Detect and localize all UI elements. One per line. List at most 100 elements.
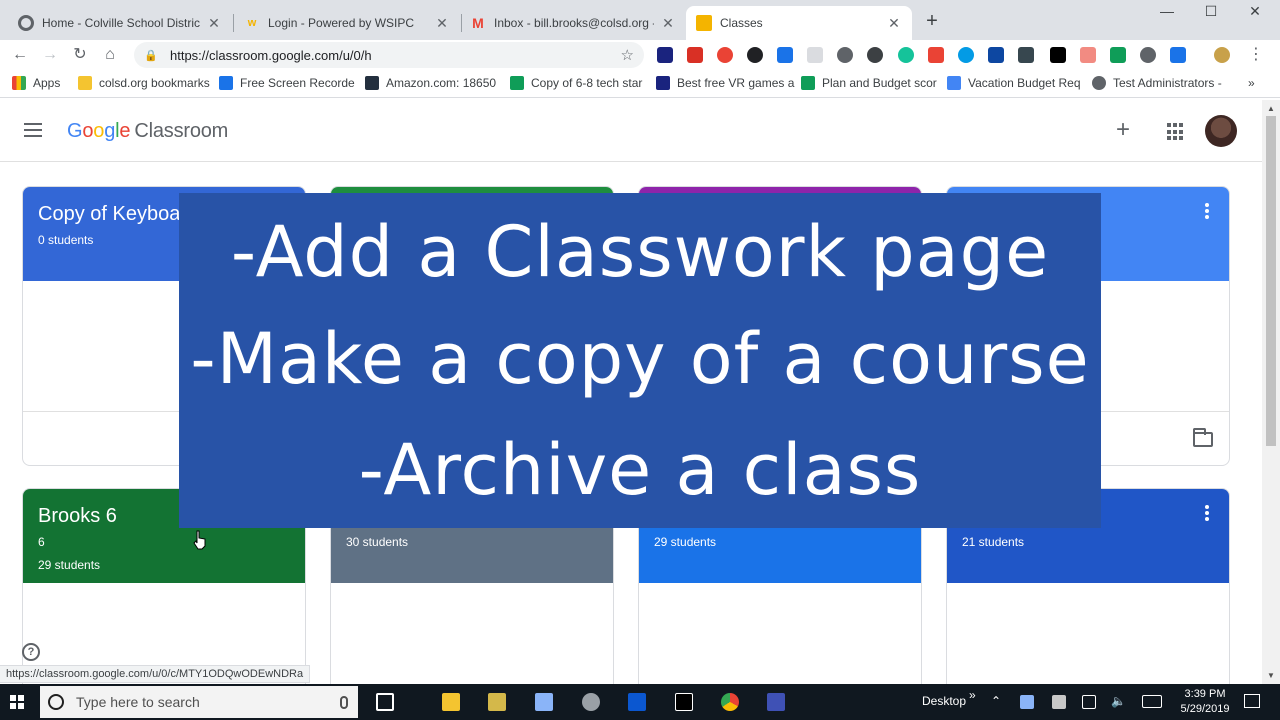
task-view-icon[interactable] (376, 693, 394, 711)
bookmarks-overflow-icon[interactable]: » (1248, 76, 1255, 90)
maximize-icon[interactable]: ☐ (1188, 0, 1234, 24)
extension-icon[interactable] (717, 47, 733, 63)
extension-icon[interactable] (928, 47, 944, 63)
reload-icon[interactable]: ↻ (68, 43, 92, 67)
bookmark-test-admins[interactable]: Test Administrators - (1092, 76, 1222, 90)
extension-icon[interactable] (988, 47, 1004, 63)
sticky-notes-icon[interactable] (488, 693, 506, 711)
close-icon[interactable]: ✕ (434, 15, 450, 32)
clock-time: 3:39 PM (1184, 688, 1226, 700)
close-icon[interactable]: ✕ (206, 15, 222, 32)
scroll-up-icon[interactable]: ▲ (1267, 104, 1275, 113)
bookmark-amazon[interactable]: Amazon.com: 18650 (365, 76, 496, 90)
profile-icon[interactable] (1214, 47, 1230, 63)
page-scrollbar[interactable]: ▲ ▼ (1262, 100, 1280, 684)
bing-icon (219, 76, 233, 90)
microphone-icon[interactable] (340, 695, 348, 709)
more-options-icon[interactable] (1205, 505, 1209, 523)
extension-icon[interactable] (1140, 47, 1156, 63)
home-icon[interactable]: ⌂ (98, 43, 122, 67)
help-icon[interactable]: ? (22, 643, 40, 661)
extension-icon[interactable] (657, 47, 673, 63)
address-bar[interactable]: 🔒 https://classroom.google.com/u/0/h ☆ (134, 42, 644, 68)
close-icon[interactable]: ✕ (886, 15, 902, 32)
scroll-down-icon[interactable]: ▼ (1267, 671, 1275, 680)
extension-icon[interactable] (1110, 47, 1126, 63)
cortana-icon (48, 694, 64, 710)
extension-icon[interactable] (1170, 47, 1186, 63)
docs-icon (947, 76, 961, 90)
back-arrow-icon[interactable]: ← (8, 43, 32, 67)
window-close-icon[interactable]: ✕ (1232, 0, 1278, 24)
hand-cursor-icon (193, 530, 206, 550)
avatar[interactable] (1205, 115, 1237, 147)
tray-icon[interactable] (1052, 695, 1066, 709)
show-hidden-icons-icon[interactable]: ⌃ (991, 694, 1001, 708)
url-text: https://classroom.google.com/u/0/h (170, 47, 372, 63)
extension-icon[interactable] (837, 47, 853, 63)
main-menu-icon[interactable] (24, 123, 42, 137)
overlay-line: -Archive a class (358, 429, 922, 511)
sheets-icon (801, 76, 815, 90)
google-apps-icon[interactable] (1167, 123, 1185, 141)
bookmark-vacation-budget[interactable]: Vacation Budget Req (947, 76, 1081, 90)
extension-icon[interactable] (777, 47, 793, 63)
extension-icon[interactable] (898, 47, 914, 63)
extension-icon[interactable] (807, 47, 823, 63)
bookmark-vr-games[interactable]: Best free VR games a (656, 76, 794, 90)
close-icon[interactable]: ✕ (660, 15, 676, 32)
minimize-icon[interactable]: — (1144, 0, 1190, 24)
toolbar-overflow-icon[interactable]: » (969, 688, 976, 702)
more-options-icon[interactable] (1205, 203, 1209, 221)
bookmark-star-icon[interactable]: ☆ (621, 46, 634, 64)
tab-title: Classes (720, 16, 763, 30)
bookmark-label: Free Screen Recorde (240, 76, 355, 90)
extension-icon[interactable] (687, 47, 703, 63)
file-explorer-icon[interactable] (442, 693, 460, 711)
tab-gmail-inbox[interactable]: M Inbox - bill.brooks@colsd.org - C ✕ (460, 6, 686, 40)
desktop-toolbar-label[interactable]: Desktop (922, 694, 966, 708)
overlay-line: -Add a Classwork page (230, 211, 1050, 293)
extension-icon[interactable] (747, 47, 763, 63)
keyboard-icon[interactable] (1142, 695, 1162, 708)
windows-start-icon[interactable] (10, 695, 24, 709)
extension-icon[interactable] (1018, 47, 1034, 63)
extension-icon[interactable] (958, 47, 974, 63)
status-bar-url: https://classroom.google.com/u/0/c/MTY1O… (0, 665, 311, 683)
bookmark-label: Vacation Budget Req (968, 76, 1081, 90)
bookmark-colsd[interactable]: colsd.org bookmarks (78, 76, 210, 90)
tab-wsipc-login[interactable]: w Login - Powered by WSIPC ✕ (234, 6, 460, 40)
app-icon[interactable] (535, 693, 553, 711)
extension-icon[interactable] (867, 47, 883, 63)
folder-icon[interactable] (1193, 428, 1213, 447)
bookmark-label: Amazon.com: 18650 (386, 76, 497, 90)
taskbar-clock[interactable]: 3:39 PM 5/29/2019 (1170, 687, 1240, 717)
create-join-class-button[interactable]: + (1116, 118, 1130, 142)
tab-classes[interactable]: Classes ✕ (686, 6, 912, 40)
scrollbar-thumb[interactable] (1266, 116, 1276, 446)
bookmark-apps[interactable]: Apps (12, 76, 60, 90)
volume-icon[interactable]: 🔈 (1111, 694, 1126, 708)
google-classroom-logo[interactable]: Google Classroom (67, 120, 228, 143)
chrome-icon[interactable] (721, 693, 739, 711)
bookmark-screen-recorder[interactable]: Free Screen Recorde (219, 76, 355, 90)
network-icon[interactable] (1082, 695, 1096, 709)
tab-colville-home[interactable]: Home - Colville School District ✕ (8, 6, 232, 40)
app-icon[interactable] (675, 693, 693, 711)
extension-icon[interactable] (1080, 47, 1096, 63)
app-icon[interactable] (767, 693, 785, 711)
action-center-icon[interactable] (1244, 694, 1260, 708)
new-tab-button[interactable]: + (920, 9, 944, 33)
extension-icon[interactable] (1050, 47, 1066, 63)
bookmark-label: Apps (33, 76, 61, 90)
chrome-menu-icon[interactable]: ⋮ (1244, 43, 1268, 67)
app-icon[interactable] (582, 693, 600, 711)
taskbar-search-input[interactable]: Type here to search (40, 686, 358, 718)
forward-arrow-icon[interactable]: → (38, 43, 62, 67)
bookmark-plan-budget[interactable]: Plan and Budget scor (801, 76, 937, 90)
classroom-favicon-icon (696, 15, 712, 31)
bookmark-tech-standards[interactable]: Copy of 6-8 tech star (510, 76, 642, 90)
app-icon[interactable] (628, 693, 646, 711)
tray-icon[interactable] (1020, 695, 1034, 709)
bookmarks-bar: Apps colsd.org bookmarks Free Screen Rec… (0, 70, 1280, 98)
